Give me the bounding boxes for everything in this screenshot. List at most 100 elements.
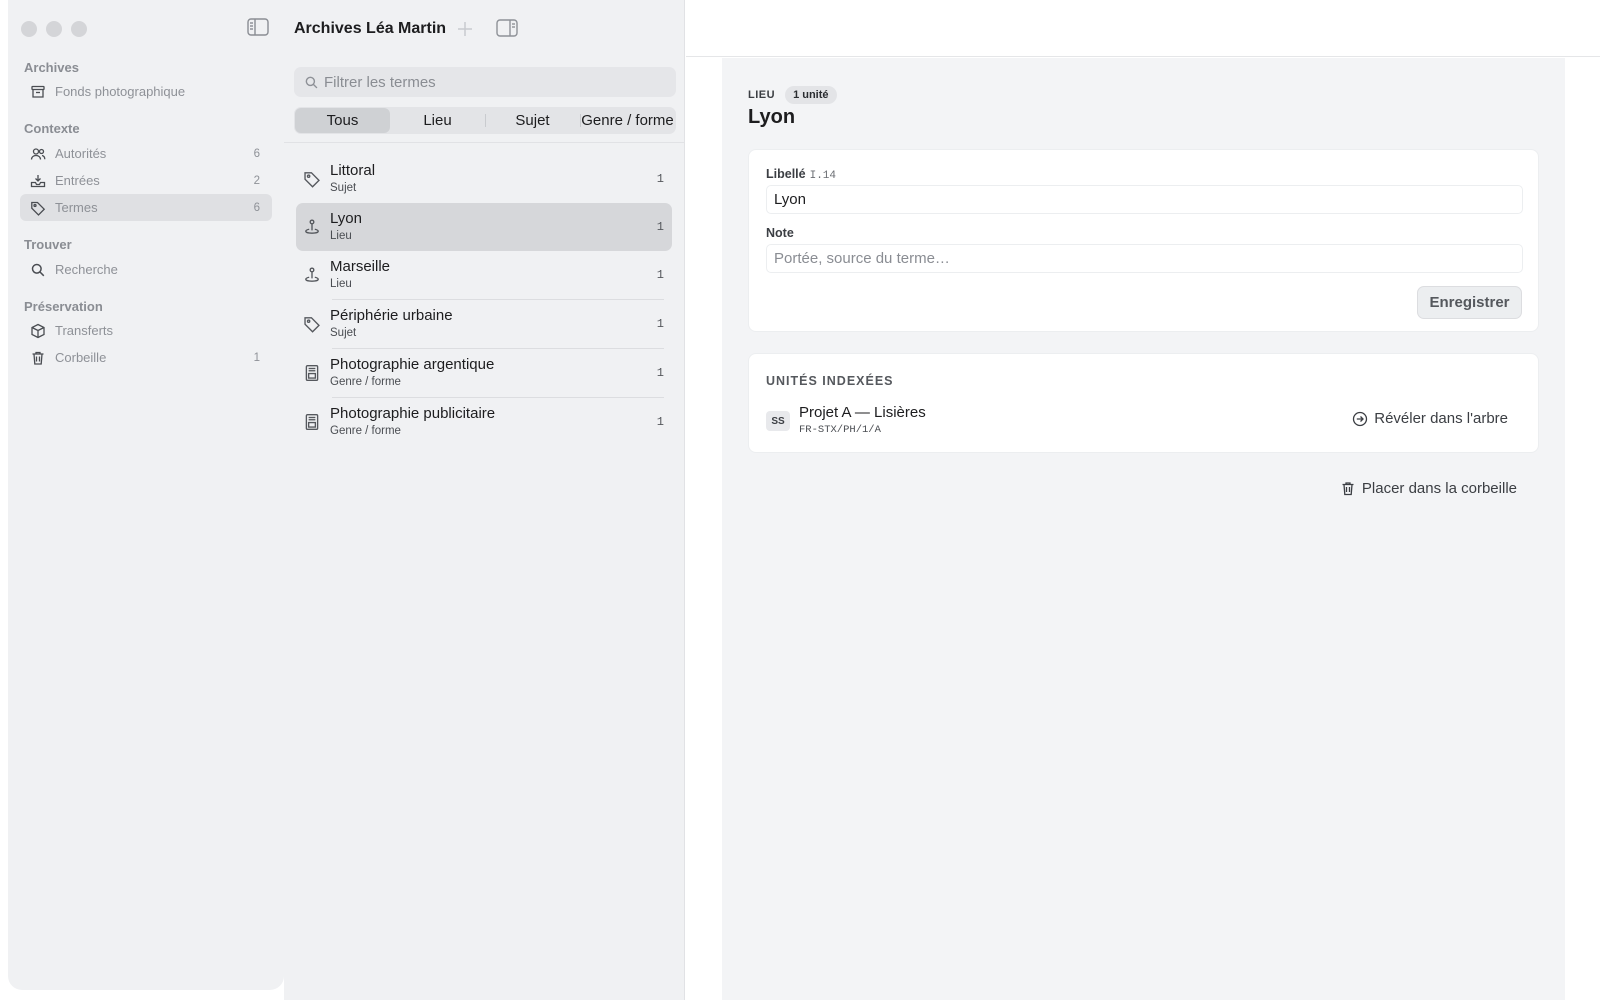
sidebar-item-recherche[interactable]: Recherche: [20, 256, 272, 283]
reveal-in-tree-button[interactable]: Révéler dans l'arbre: [1352, 410, 1508, 427]
people-icon: [30, 146, 46, 162]
inbox-tray-icon: [30, 173, 46, 189]
term-row-lyon[interactable]: Lyon Lieu 1: [296, 203, 672, 251]
term-count: 1: [656, 172, 664, 186]
term-name: Marseille: [330, 258, 391, 275]
map-pin-icon: [303, 218, 321, 236]
sidebar-item-fonds-photographique[interactable]: Fonds photographique: [20, 78, 272, 105]
zoom-window-button[interactable]: [71, 21, 87, 37]
sidebar-section-archives: Archives: [24, 60, 79, 75]
document-image-icon: [303, 413, 321, 431]
filter-tab-sujet[interactable]: Sujet: [485, 108, 580, 133]
term-detail-panel: LIEU 1 unité Lyon LibelléI.14 Note Enreg…: [722, 58, 1565, 1000]
sidebar-item-label: Termes: [55, 200, 98, 215]
term-type: Genre / forme: [330, 376, 401, 388]
sidebar-item-label: Recherche: [55, 262, 118, 277]
sidebar-item-label: Corbeille: [55, 350, 107, 365]
divider: [284, 142, 684, 143]
term-count: 1: [656, 220, 664, 234]
tag-icon: [303, 315, 321, 333]
term-edit-card: LibelléI.14 Note Enregistrer: [748, 149, 1539, 332]
search-icon: [304, 75, 319, 90]
term-count: 1: [656, 415, 664, 429]
sidebar-item-count: 2: [253, 174, 260, 187]
plus-icon: [456, 20, 474, 38]
trash-icon: [30, 350, 46, 366]
archive-box-icon: [30, 84, 46, 100]
sidebar-item-corbeille[interactable]: Corbeille 1: [20, 344, 272, 371]
map-pin-icon: [303, 266, 321, 284]
sidebar-item-count: 6: [253, 147, 260, 160]
trash-icon: [1340, 480, 1356, 497]
window-title: Archives Léa Martin: [294, 20, 447, 37]
term-row-photographie-publicitaire[interactable]: Photographie publicitaire Genre / forme …: [296, 398, 672, 446]
package-icon: [30, 323, 46, 339]
filter-search-field[interactable]: [294, 67, 676, 97]
sidebar-item-label: Autorités: [55, 146, 107, 161]
unit-name: Projet A — Lisières: [799, 404, 926, 421]
term-row-peripherie-urbaine[interactable]: Périphérie urbaine Sujet 1: [296, 300, 672, 348]
save-button[interactable]: Enregistrer: [1417, 286, 1522, 319]
add-term-button[interactable]: [456, 20, 474, 38]
label-field-label: Libellé I.14: [766, 167, 836, 182]
sidebar-item-count: 6: [253, 201, 260, 214]
term-type-filter: Tous Lieu Sujet Genre / forme: [294, 107, 676, 134]
term-name: Lyon: [330, 210, 362, 227]
filter-search-input[interactable]: [324, 73, 654, 91]
term-count: 1: [656, 366, 664, 380]
search-icon: [30, 262, 46, 278]
move-to-trash-label: Placer dans la corbeille: [1361, 480, 1517, 497]
sidebar-item-label: Fonds photographique: [55, 84, 186, 99]
filter-tab-tous[interactable]: Tous: [295, 108, 390, 133]
sidebar-toggle-icon[interactable]: [247, 18, 269, 36]
term-type: Lieu: [330, 230, 352, 242]
minimize-window-button[interactable]: [46, 21, 62, 37]
units-count-badge: 1 unité: [785, 86, 837, 104]
indexed-units-card: UNITÉS INDEXÉES SS Projet A — Lisières F…: [748, 353, 1539, 453]
term-type: Genre / forme: [330, 425, 401, 437]
term-type: Lieu: [330, 278, 352, 290]
term-name: Périphérie urbaine: [330, 307, 453, 324]
document-image-icon: [303, 364, 321, 382]
unit-type-badge: SS: [766, 411, 790, 431]
sidebar-item-label: Transferts: [55, 323, 114, 338]
term-name: Photographie publicitaire: [330, 405, 496, 422]
tag-icon: [30, 200, 46, 216]
term-code: I.14: [809, 170, 836, 182]
term-row-marseille[interactable]: Marseille Lieu 1: [296, 251, 672, 299]
tag-icon: [303, 170, 321, 188]
term-name: Photographie argentique: [330, 356, 495, 373]
window-controls: [21, 21, 87, 37]
toolbar-area: [686, 0, 1600, 57]
sidebar-section-trouver: Trouver: [24, 237, 72, 252]
filter-tab-lieu[interactable]: Lieu: [390, 108, 485, 133]
label-field-title: Libellé: [766, 167, 806, 181]
term-count: 1: [656, 317, 664, 331]
indexed-unit-row: SS Projet A — Lisières FR-STX/PH/1/A: [766, 404, 926, 438]
sidebar-item-entrees[interactable]: Entrées 2: [20, 167, 272, 194]
sidebar-item-label: Entrées: [55, 173, 100, 188]
term-row-photographie-argentique[interactable]: Photographie argentique Genre / forme 1: [296, 349, 672, 397]
inspector-toggle-icon[interactable]: [496, 19, 518, 37]
sidebar-item-autorites[interactable]: Autorités 6: [20, 140, 272, 167]
note-field-label: Note: [766, 226, 794, 240]
unit-reference-code: FR-STX/PH/1/A: [799, 424, 881, 436]
terms-list: Littoral Sujet 1 Lyon Lieu 1 Marseille L…: [296, 155, 672, 446]
terms-list-panel: Archives Léa Martin Tous Lieu Sujet Genr…: [284, 0, 685, 1000]
sidebar: Archives Fonds photographique Contexte A…: [8, 0, 284, 990]
label-input[interactable]: [766, 185, 1523, 214]
filter-tab-genre-forme[interactable]: Genre / forme: [580, 108, 675, 133]
sidebar-section-preservation: Préservation: [24, 299, 103, 314]
arrow-circle-right-icon: [1352, 411, 1368, 427]
term-kind: LIEU: [748, 89, 776, 101]
term-type: Sujet: [330, 182, 357, 194]
move-to-trash-button[interactable]: Placer dans la corbeille: [1340, 480, 1517, 497]
sidebar-item-transferts[interactable]: Transferts: [20, 317, 272, 344]
term-count: 1: [656, 268, 664, 282]
term-row-littoral[interactable]: Littoral Sujet 1: [296, 155, 672, 203]
term-name: Littoral: [330, 162, 376, 179]
close-window-button[interactable]: [21, 21, 37, 37]
note-input[interactable]: [766, 244, 1523, 273]
term-kind-header: LIEU 1 unité: [748, 86, 837, 104]
sidebar-item-termes[interactable]: Termes 6: [20, 194, 272, 221]
